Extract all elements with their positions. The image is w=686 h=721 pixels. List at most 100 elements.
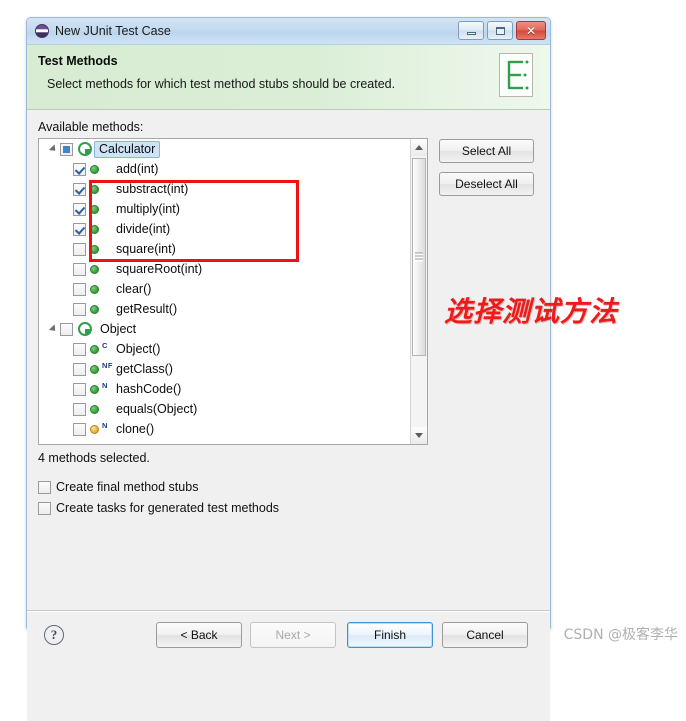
close-icon: ✕ — [525, 23, 537, 38]
checkbox-icon[interactable] — [73, 382, 86, 396]
checkbox-icon[interactable] — [73, 302, 86, 316]
method-modifier-badge: . — [102, 242, 114, 250]
back-button[interactable]: < Back — [156, 622, 242, 648]
method-visibility-icon — [90, 424, 99, 434]
tree-item-label: Object — [100, 322, 137, 336]
tree-method-row[interactable]: C Object() — [39, 339, 410, 359]
method-modifier-badge: . — [102, 402, 114, 410]
scrollbar-thumb[interactable] — [412, 158, 426, 356]
checkbox-icon[interactable] — [38, 501, 51, 515]
finish-button[interactable]: Finish — [347, 622, 433, 648]
scroll-down-button[interactable] — [411, 427, 427, 444]
help-icon[interactable]: ? — [44, 625, 64, 645]
checkbox-icon[interactable] — [38, 480, 51, 494]
next-button: Next > — [250, 622, 336, 648]
tree-item-label: Object() — [116, 342, 161, 356]
method-modifier-badge: NF — [102, 361, 113, 370]
page-subtitle: Select methods for which test method stu… — [47, 77, 396, 91]
tree-method-row[interactable]: NF getClass() — [39, 359, 410, 379]
method-modifier-badge: . — [102, 262, 114, 270]
method-visibility-icon — [90, 344, 99, 354]
close-button[interactable]: ✕ — [516, 21, 546, 40]
option-label: Create final method stubs — [56, 480, 199, 494]
option-label: Create tasks for generated test methods — [56, 501, 280, 515]
minimize-button[interactable] — [458, 21, 484, 40]
tree-scrollbar[interactable] — [410, 139, 427, 444]
tree-method-row[interactable]: .getResult() — [39, 299, 410, 319]
minimize-icon — [466, 31, 476, 35]
footer-divider — [27, 610, 550, 612]
checkbox-icon[interactable] — [73, 182, 86, 196]
tree-class-row[interactable]: Object — [39, 319, 410, 339]
tree-item-label: divide(int) — [116, 222, 171, 236]
method-visibility-icon — [90, 264, 99, 274]
tree-item-label: clone() — [116, 422, 155, 436]
method-modifier-badge: . — [102, 282, 114, 290]
tree-item-label: hashCode() — [116, 382, 182, 396]
method-visibility-icon — [90, 244, 99, 254]
tree-method-row[interactable]: .square(int) — [39, 239, 410, 259]
checkbox-icon[interactable] — [73, 422, 86, 436]
method-modifier-badge: . — [102, 222, 114, 230]
tree-method-row[interactable]: Nclone() — [39, 419, 410, 439]
method-modifier-badge: . — [102, 162, 114, 170]
scroll-up-button[interactable] — [411, 139, 427, 156]
class-icon — [77, 322, 92, 337]
dialog-title-bar[interactable]: New JUnit Test Case ✕ — [27, 18, 550, 45]
method-visibility-icon — [90, 404, 99, 414]
maximize-icon — [495, 26, 505, 35]
checkbox-icon[interactable] — [73, 202, 86, 216]
checkbox-icon[interactable] — [73, 402, 86, 416]
method-visibility-icon — [90, 204, 99, 214]
select-all-button[interactable]: Select All — [439, 139, 534, 163]
chevron-up-icon — [415, 145, 423, 150]
annotation-note: 选择测试方法 — [444, 295, 619, 328]
available-methods-label: Available methods: — [38, 120, 144, 134]
create-final-stubs-option[interactable]: Create final method stubs — [38, 480, 198, 494]
method-visibility-icon — [90, 224, 99, 234]
tree-method-row[interactable]: .divide(int) — [39, 219, 410, 239]
tree-method-row[interactable]: .clear() — [39, 279, 410, 299]
checkbox-icon[interactable] — [60, 142, 73, 156]
tree-item-label: squareRoot(int) — [116, 262, 203, 276]
method-visibility-icon — [90, 284, 99, 294]
method-modifier-badge: . — [102, 202, 114, 210]
expand-arrow-icon[interactable] — [47, 324, 60, 334]
cancel-button[interactable]: Cancel — [442, 622, 528, 648]
method-tree[interactable]: Calculator.add(int).substract(int).multi… — [38, 138, 428, 445]
watermark: CSDN @极客李华 — [563, 627, 678, 643]
tree-method-row[interactable]: .equals(Object) — [39, 399, 410, 419]
tree-method-row[interactable]: .add(int) — [39, 159, 410, 179]
checkbox-icon[interactable] — [73, 362, 86, 376]
window-controls: ✕ — [458, 21, 546, 40]
tree-method-row[interactable]: .squareRoot(int) — [39, 259, 410, 279]
tree-item-label: equals(Object) — [116, 402, 198, 416]
tree-item-label: multiply(int) — [116, 202, 180, 216]
tree-item-label: square(int) — [116, 242, 176, 256]
selection-status: 4 methods selected. — [38, 451, 150, 465]
checkbox-icon[interactable] — [73, 262, 86, 276]
checkbox-icon[interactable] — [73, 342, 86, 356]
checkbox-icon[interactable] — [73, 242, 86, 256]
tree-method-row[interactable]: .substract(int) — [39, 179, 410, 199]
maximize-button[interactable] — [487, 21, 513, 40]
checkbox-icon[interactable] — [73, 222, 86, 236]
tree-method-row[interactable]: NhashCode() — [39, 379, 410, 399]
junit-banner-icon — [499, 53, 533, 97]
class-icon — [77, 142, 92, 157]
method-visibility-icon — [90, 164, 99, 174]
junit-icon — [35, 24, 49, 38]
scrollbar-grip-icon — [415, 252, 423, 262]
method-visibility-icon — [90, 304, 99, 314]
create-tasks-option[interactable]: Create tasks for generated test methods — [38, 501, 279, 515]
page-title: Test Methods — [38, 54, 118, 68]
method-tree-rows: Calculator.add(int).substract(int).multi… — [39, 139, 410, 444]
checkbox-icon[interactable] — [73, 162, 86, 176]
expand-arrow-icon[interactable] — [47, 144, 60, 154]
method-modifier-badge: . — [102, 182, 114, 190]
checkbox-icon[interactable] — [73, 282, 86, 296]
checkbox-icon[interactable] — [60, 322, 73, 336]
tree-class-row[interactable]: Calculator — [39, 139, 410, 159]
deselect-all-button[interactable]: Deselect All — [439, 172, 534, 196]
tree-method-row[interactable]: .multiply(int) — [39, 199, 410, 219]
